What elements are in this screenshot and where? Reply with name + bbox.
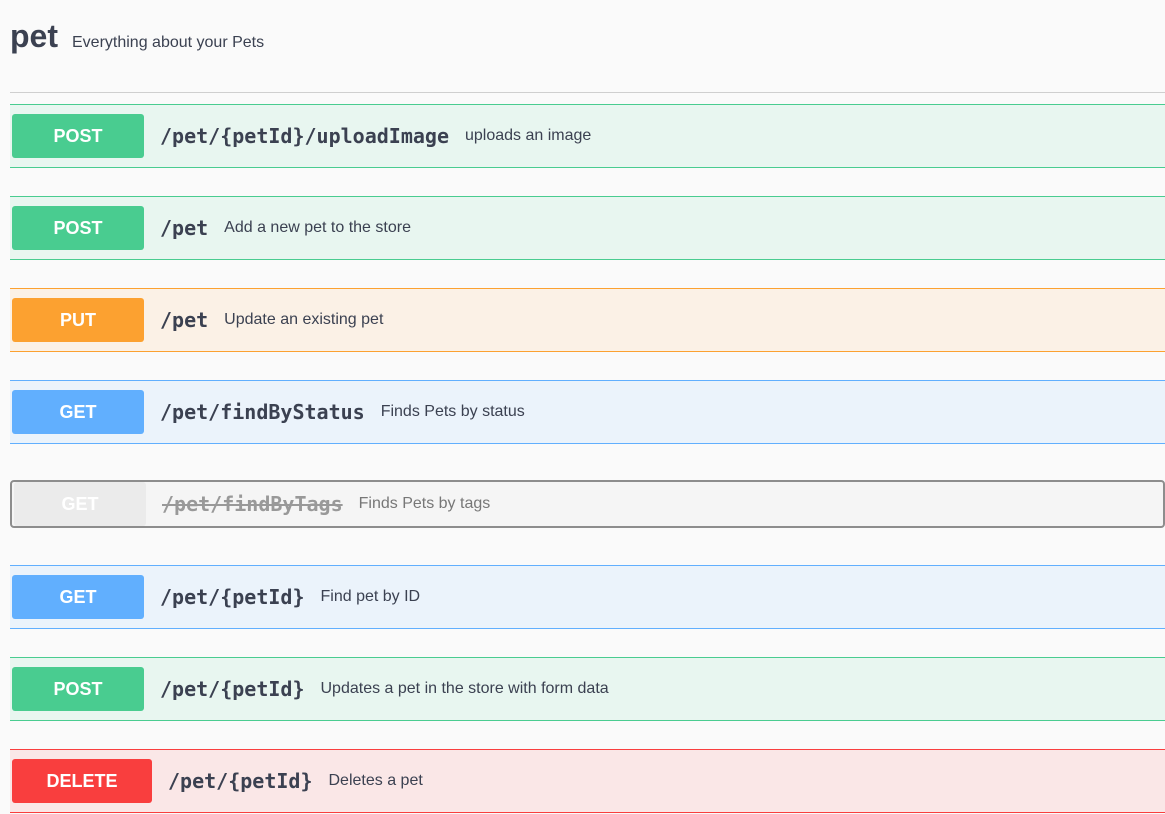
method-badge: POST (12, 206, 144, 250)
operation-path: /pet/{petId} (168, 769, 313, 793)
operation-delete-pet[interactable]: DELETE /pet/{petId} Deletes a pet (10, 749, 1165, 813)
operation-summary: Updates a pet in the store with form dat… (320, 680, 609, 697)
operation-summary: Finds Pets by tags (358, 495, 491, 512)
operation-get-find-by-status[interactable]: GET /pet/findByStatus Finds Pets by stat… (10, 380, 1165, 444)
operation-path: /pet (160, 308, 209, 332)
operation-summary: Deletes a pet (328, 772, 423, 789)
operation-summary: uploads an image (464, 127, 592, 144)
tag-description: Everything about your Pets (72, 34, 265, 51)
operation-path: /pet/findByStatus (160, 400, 365, 424)
operation-post-pet-by-id[interactable]: POST /pet/{petId} Updates a pet in the s… (10, 657, 1165, 721)
operation-summary: Finds Pets by status (380, 403, 525, 420)
method-badge: POST (12, 667, 144, 711)
operation-path: /pet (160, 216, 209, 240)
method-badge: PUT (12, 298, 144, 342)
operation-put-pet[interactable]: PUT /pet Update an existing pet (10, 288, 1165, 352)
operation-get-find-by-tags-deprecated[interactable]: GET /pet/findByTags Finds Pets by tags (10, 480, 1165, 528)
operation-path: /pet/{petId} (160, 585, 305, 609)
method-badge: DELETE (12, 759, 152, 803)
operation-path: /pet/{petId} (160, 677, 305, 701)
operation-summary: Add a new pet to the store (224, 219, 411, 236)
operation-path: /pet/findByTags (162, 492, 343, 516)
operation-summary: Update an existing pet (224, 311, 384, 328)
method-badge: GET (12, 575, 144, 619)
tag-name: pet (10, 18, 58, 54)
operation-path: /pet/{petId}/uploadImage (160, 124, 449, 148)
tag-section-header[interactable]: pet Everything about your Pets (10, 18, 264, 62)
method-badge: GET (12, 390, 144, 434)
operation-get-pet-by-id[interactable]: GET /pet/{petId} Find pet by ID (10, 565, 1165, 629)
method-badge: POST (12, 114, 144, 158)
operation-summary: Find pet by ID (320, 588, 421, 605)
api-docs-page: pet Everything about your Pets POST /pet… (0, 0, 1165, 814)
operation-post-upload-image[interactable]: POST /pet/{petId}/uploadImage uploads an… (10, 104, 1165, 168)
method-badge: GET (14, 482, 146, 526)
operation-post-pet[interactable]: POST /pet Add a new pet to the store (10, 196, 1165, 260)
divider (10, 92, 1165, 93)
